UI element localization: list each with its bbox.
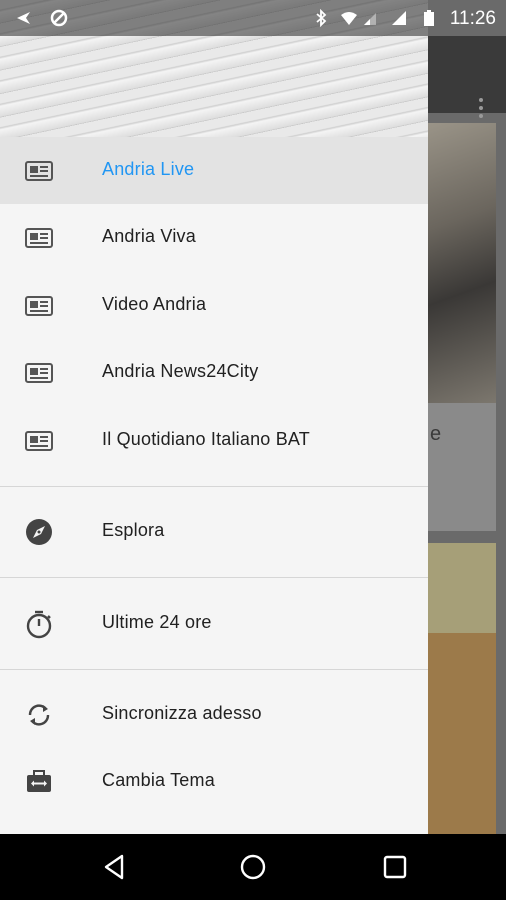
drawer-item-label: Video Andria — [102, 294, 207, 314]
compass-icon — [26, 519, 52, 545]
drawer-item-label: Sincronizza adesso — [102, 703, 262, 723]
share-icon — [17, 12, 30, 24]
drawer-item-andria-live[interactable]: Andria Live — [0, 137, 428, 204]
navigation-drawer: Andria Live Andria Viva Video Andria And… — [0, 0, 428, 834]
drawer-item-quotidiano-bat[interactable]: Il Quotidiano Italiano BAT — [0, 407, 428, 474]
newspaper-icon — [25, 363, 53, 383]
drawer-item-label: Andria News24City — [102, 361, 259, 381]
divider — [0, 577, 428, 578]
drawer-item-video-andria[interactable]: Video Andria — [0, 272, 428, 339]
drawer-item-andria-viva[interactable]: Andria Viva — [0, 204, 428, 271]
newspaper-icon — [25, 431, 53, 451]
newspaper-icon — [25, 228, 53, 248]
article-title-fragment: e — [430, 423, 442, 445]
article-image — [428, 123, 496, 403]
blocked-icon — [50, 9, 68, 27]
theme-icon — [27, 770, 51, 792]
drawer-item-andria-news24city[interactable]: Andria News24City — [0, 339, 428, 406]
overflow-menu-icon[interactable] — [478, 98, 484, 122]
drawer-item-label: Andria Viva — [102, 226, 196, 246]
article-card[interactable] — [428, 543, 496, 834]
back-icon[interactable] — [100, 852, 130, 882]
timer-icon — [26, 610, 52, 639]
article-card[interactable]: e — [428, 123, 496, 531]
drawer-item-label: Il Quotidiano Italiano BAT — [102, 429, 310, 449]
divider — [0, 486, 428, 487]
status-bar: 11:26 — [0, 0, 506, 36]
recents-icon[interactable] — [380, 852, 410, 882]
drawer-item-label: Esplora — [102, 520, 165, 540]
sync-icon — [28, 704, 50, 726]
newspaper-icon — [25, 296, 53, 316]
newspaper-icon — [25, 161, 53, 181]
drawer-item-label: Andria Live — [102, 159, 195, 179]
drawer-item-sincronizza[interactable]: Sincronizza adesso — [0, 681, 428, 748]
drawer-item-esplora[interactable]: Esplora — [0, 498, 428, 565]
drawer-item-label: Ultime 24 ore — [102, 612, 212, 632]
system-navigation-bar — [0, 834, 506, 900]
home-icon[interactable] — [238, 852, 268, 882]
wifi-icon — [341, 12, 357, 25]
divider — [0, 669, 428, 670]
drawer-item-label: Cambia Tema — [102, 770, 215, 790]
drawer-item-ultime-24-ore[interactable]: Ultime 24 ore — [0, 590, 428, 657]
drawer-item-cambia-tema[interactable]: Cambia Tema — [0, 748, 428, 815]
clock: 11:26 — [449, 8, 496, 29]
article-image — [428, 543, 496, 834]
bluetooth-icon — [316, 9, 327, 27]
battery-icon — [424, 10, 434, 26]
signal-icon — [392, 11, 406, 25]
signal-weak-icon — [364, 13, 376, 25]
